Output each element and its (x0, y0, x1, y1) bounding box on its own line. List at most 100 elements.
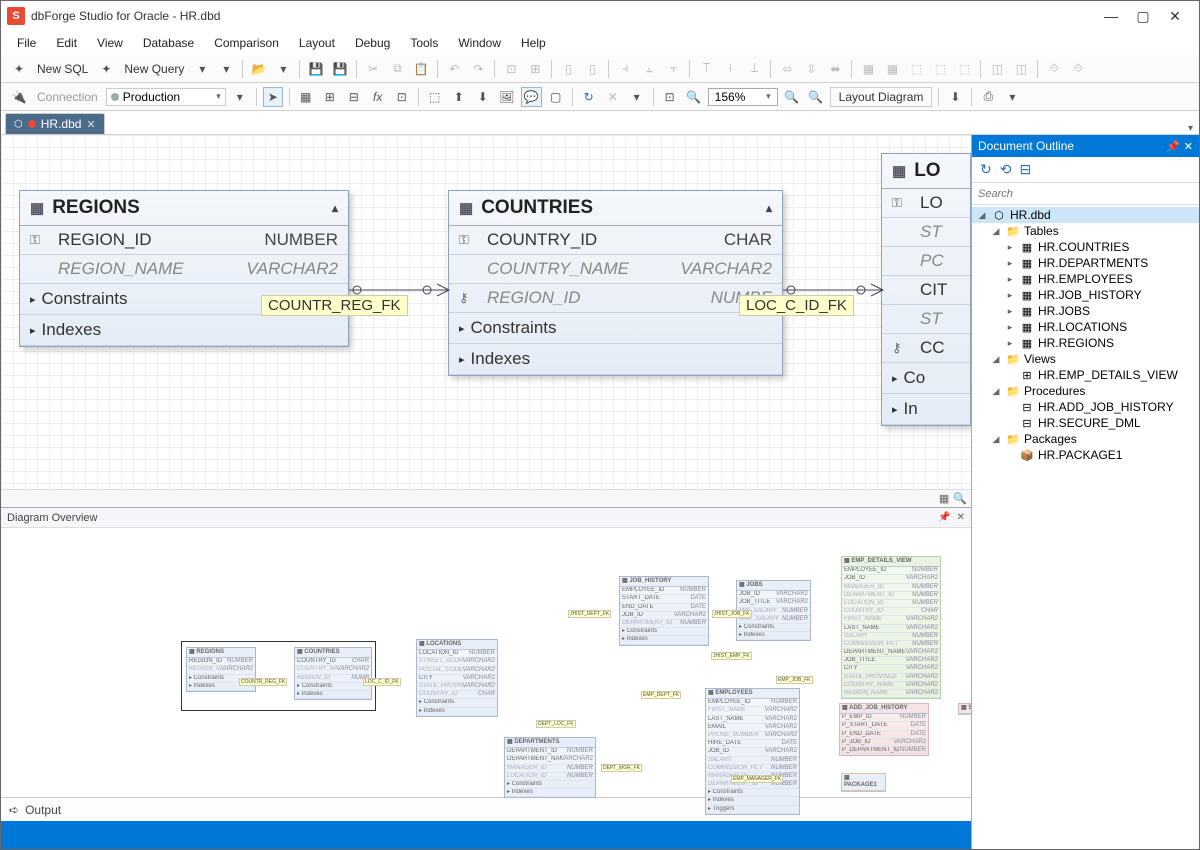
indexes-section[interactable]: ▸Indexes (20, 315, 348, 346)
menu-window[interactable]: Window (450, 33, 509, 53)
mini-locations[interactable]: ▦ LOCATIONSLOCATION_IDNUMBERSTREET_ADDRE… (416, 639, 498, 717)
image-icon[interactable]: 🖼 (497, 87, 517, 107)
distribute-h-icon[interactable]: ⬄ (777, 59, 797, 79)
output-bar[interactable]: ➪ Output (1, 797, 971, 821)
proc-icon[interactable]: ⊡ (392, 87, 412, 107)
column-row[interactable]: REGION_NAMEVARCHAR2 (20, 255, 348, 284)
open-icon[interactable]: 📂 (249, 59, 269, 79)
sync-icon[interactable]: ⟲ (1000, 161, 1012, 178)
mini-job_history[interactable]: ▦ JOB_HISTORYEMPLOYEE_IDNUMBERSTART_DATE… (619, 576, 709, 646)
same-width-icon[interactable]: ⬌ (825, 59, 845, 79)
redo-icon[interactable]: ↷ (468, 59, 488, 79)
constraints-section[interactable]: ▸Constraints (449, 313, 782, 344)
fk-label-loc-c-id[interactable]: LOC_C_ID_FK (739, 295, 854, 316)
note-icon[interactable]: 💬 (521, 87, 542, 107)
table-icon[interactable]: ⊞ (320, 87, 340, 107)
overview-canvas[interactable]: ▦ REGIONSREGION_IDNUMBERREGION_NAMEVARCH… (1, 528, 971, 797)
tab-overflow-icon[interactable]: ▾ (1188, 123, 1193, 134)
menu-comparison[interactable]: Comparison (206, 33, 287, 53)
entity-regions[interactable]: ▦ REGIONS ▴ ⚿REGION_IDNUMBERREGION_NAMEV… (19, 190, 349, 347)
find-icon[interactable]: ⊡ (501, 59, 521, 79)
dropdown-icon[interactable]: ▾ (1002, 87, 1022, 107)
grid-toggle-icon[interactable]: ▦ (939, 492, 949, 505)
tree-packages[interactable]: ◢📁Packages (972, 431, 1199, 447)
dropdown-icon[interactable]: ▾ (192, 59, 212, 79)
menu-database[interactable]: Database (135, 33, 202, 53)
save-icon[interactable]: 💾 (306, 59, 326, 79)
tree-tables[interactable]: ◢📁Tables (972, 223, 1199, 239)
note2-icon[interactable]: ▢ (546, 87, 566, 107)
align-bottom-icon[interactable]: ⟘ (744, 59, 764, 79)
menu-file[interactable]: File (9, 33, 44, 53)
close-button[interactable]: ✕ (1165, 8, 1185, 25)
send-back-icon[interactable]: ▯ (558, 59, 578, 79)
spacing-icon[interactable]: ⬚ (930, 59, 950, 79)
spacing-icon[interactable]: ⬚ (906, 59, 926, 79)
tree-table-item[interactable]: ▸▦HR.DEPARTMENTS (972, 255, 1199, 271)
column-row[interactable]: ⚿REGION_IDNUMBER (20, 226, 348, 255)
diagram-canvas[interactable]: ▦ REGIONS ▴ ⚿REGION_IDNUMBERREGION_NAMEV… (1, 135, 971, 507)
pointer-icon[interactable]: ➤ (263, 87, 283, 107)
menu-debug[interactable]: Debug (347, 33, 398, 53)
tree-procedures[interactable]: ◢📁Procedures (972, 383, 1199, 399)
export-icon[interactable]: ⬆ (449, 87, 469, 107)
pin-icon[interactable]: 📌 (938, 512, 950, 523)
mini-departments[interactable]: ▦ DEPARTMENTSDEPARTMENT_IDNUMBERDEPARTME… (504, 737, 596, 798)
mini-countries[interactable]: ▦ COUNTRIESCOUNTRY_IDCHARCOUNTRY_NAMEVAR… (294, 647, 372, 700)
mini-package[interactable]: ▦ PACKAGE1 (841, 773, 886, 792)
fk-label-countr-reg[interactable]: COUNTR_REG_FK (261, 295, 408, 316)
align-middle-icon[interactable]: ⟊ (720, 59, 740, 79)
tab-hr-dbd[interactable]: ⬡ HR.dbd ✕ (5, 113, 105, 134)
dropdown-icon[interactable]: ▾ (273, 59, 293, 79)
fx-icon[interactable]: fx (368, 87, 388, 107)
mini-employees[interactable]: ▦ EMPLOYEESEMPLOYEE_IDNUMBERFIRST_NAMEVA… (705, 688, 800, 815)
align-top-icon[interactable]: ⟙ (696, 59, 716, 79)
refresh-icon[interactable]: ↻ (980, 161, 992, 178)
tree-pkg-item[interactable]: 📦HR.PACKAGE1 (972, 447, 1199, 463)
copy-icon[interactable]: ⧉ (387, 59, 407, 79)
layout-diagram-button[interactable]: Layout Diagram (830, 87, 933, 107)
new-sql-button[interactable]: New SQL (33, 59, 92, 79)
distribute-v-icon[interactable]: ⇳ (801, 59, 821, 79)
outline-search-input[interactable] (972, 186, 1199, 202)
save-all-icon[interactable]: 💾 (330, 59, 350, 79)
grid-icon[interactable]: ▦ (296, 87, 316, 107)
collapse-icon[interactable]: ▴ (332, 201, 338, 215)
tree-proc-item[interactable]: ⊟HR.SECURE_DML (972, 415, 1199, 431)
align-center-icon[interactable]: ⫠ (639, 59, 659, 79)
dropdown-icon[interactable]: ▾ (216, 59, 236, 79)
entity-countries[interactable]: ▦ COUNTRIES ▴ ⚿COUNTRY_IDCHARCOUNTRY_NAM… (448, 190, 783, 376)
spacing-icon[interactable]: ⬚ (954, 59, 974, 79)
unlink-icon[interactable]: ⟐ (1068, 59, 1088, 79)
zoom-in-icon[interactable]: 🔍 (782, 87, 802, 107)
align-right-icon[interactable]: ⫟ (663, 59, 683, 79)
cancel-icon[interactable]: ✕ (603, 87, 623, 107)
zoom-tool-icon[interactable]: 🔍 (953, 492, 967, 505)
new-query-icon[interactable]: ✦ (96, 59, 116, 79)
crop-icon[interactable]: ⬚ (425, 87, 445, 107)
snap-icon[interactable]: ▦ (858, 59, 878, 79)
menu-tools[interactable]: Tools (402, 33, 446, 53)
tree-table-item[interactable]: ▸▦HR.EMPLOYEES (972, 271, 1199, 287)
refresh-icon[interactable]: ↻ (579, 87, 599, 107)
tree-table-item[interactable]: ▸▦HR.COUNTRIES (972, 239, 1199, 255)
new-sql-icon[interactable]: ✦ (9, 59, 29, 79)
menu-layout[interactable]: Layout (291, 33, 343, 53)
close-icon[interactable]: ✕ (957, 512, 965, 523)
grid-icon[interactable]: ▦ (882, 59, 902, 79)
collapse-icon[interactable]: ▴ (766, 201, 772, 215)
connection-icon[interactable]: 🔌 (9, 87, 29, 107)
entity-locations[interactable]: ▦LO ⚿LO ST PC CIT ST ⚷CC ▸Co ▸In (881, 153, 971, 426)
undo-icon[interactable]: ↶ (444, 59, 464, 79)
dropdown-icon[interactable]: ▾ (627, 87, 647, 107)
close-icon[interactable]: ✕ (1184, 140, 1193, 153)
tree-table-item[interactable]: ▸▦HR.LOCATIONS (972, 319, 1199, 335)
zoom-icon[interactable]: 🔍 (684, 87, 704, 107)
zoom-combo[interactable]: 156% ▾ (708, 88, 778, 106)
fit-icon[interactable]: ⊡ (660, 87, 680, 107)
column-row[interactable]: ⚷REGION_IDNUMBE (449, 284, 782, 313)
tool-icon[interactable]: ⊞ (525, 59, 545, 79)
view-icon[interactable]: ⊟ (344, 87, 364, 107)
mini-secure[interactable]: ▦ SECURE_DML (958, 703, 971, 715)
column-row[interactable]: COUNTRY_NAMEVARCHAR2 (449, 255, 782, 284)
